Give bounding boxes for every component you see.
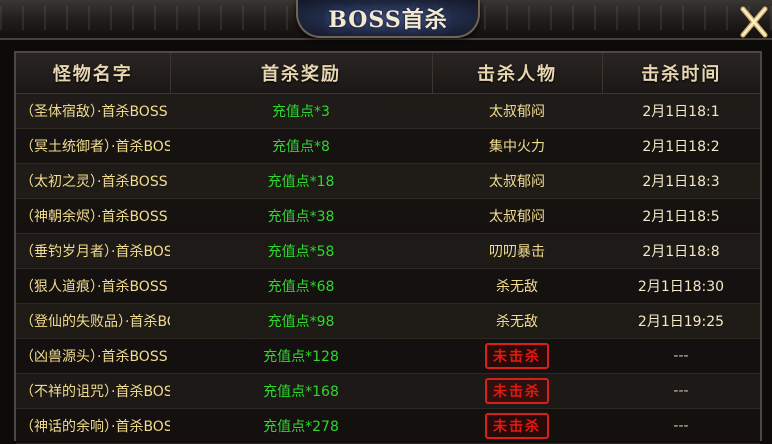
monster-name-cell: （登仙的失败品）·首杀BOSS (16, 303, 170, 339)
table-header-row: 怪物名字 首杀奖励 击杀人物 击杀时间 (16, 53, 760, 94)
close-x-icon (740, 6, 768, 38)
monster-name-cell: （凶兽源头）·首杀BOSS (16, 338, 170, 374)
killer-cell: 太叔郁闷 (432, 198, 602, 234)
monster-name-cell: （神朝余烬）·首杀BOSS (16, 198, 170, 234)
killer-cell: 未击杀 (432, 408, 602, 444)
killer-cell: 未击杀 (432, 373, 602, 409)
table-row: （冥土统御者）·首杀BOSS 充值点*8 集中火力 2月1日18:2 (16, 128, 760, 164)
table-row: （不祥的诅咒）·首杀BOSS 充值点*168 未击杀 --- (16, 373, 760, 409)
killer-cell: 太叔郁闷 (432, 163, 602, 199)
reward-cell: 充值点*18 (170, 163, 432, 199)
not-killed-stamp: 未击杀 (485, 378, 549, 404)
reward-cell: 充值点*68 (170, 268, 432, 304)
kill-time-cell: 2月1日18:8 (602, 233, 760, 269)
header-first-kill-reward: 首杀奖励 (170, 53, 433, 94)
header-killer: 击杀人物 (432, 53, 603, 94)
reward-cell: 充值点*3 (170, 93, 432, 129)
kill-time-cell: 2月1日18:3 (602, 163, 760, 199)
boss-table: 怪物名字 首杀奖励 击杀人物 击杀时间 （圣体宿敌）·首杀BOSS 充值点*3 太叔… (16, 53, 760, 444)
kill-time-cell: 2月1日18:1 (602, 93, 760, 129)
monster-name-cell: （太初之灵）·首杀BOSS (16, 163, 170, 199)
reward-cell: 充值点*58 (170, 233, 432, 269)
header-kill-time: 击杀时间 (602, 53, 760, 94)
reward-cell: 充值点*278 (170, 408, 432, 444)
close-button[interactable] (736, 0, 772, 44)
kill-time-cell: --- (602, 338, 760, 374)
killer-cell: 杀无敌 (432, 268, 602, 304)
header-monster-name: 怪物名字 (16, 53, 171, 94)
kill-time-cell: --- (602, 408, 760, 444)
table-row: （神朝余烬）·首杀BOSS 充值点*38 太叔郁闷 2月1日18:5 (16, 198, 760, 234)
not-killed-stamp: 未击杀 (485, 343, 549, 369)
kill-time-cell: 2月1日19:25 (602, 303, 760, 339)
kill-time-cell: 2月1日18:5 (602, 198, 760, 234)
monster-name-cell: （神话的余响）·首杀BOSS (16, 408, 170, 444)
not-killed-stamp: 未击杀 (485, 413, 549, 439)
reward-cell: 充值点*8 (170, 128, 432, 164)
monster-name-cell: （圣体宿敌）·首杀BOSS (16, 93, 170, 129)
table-row: （凶兽源头）·首杀BOSS 充值点*128 未击杀 --- (16, 338, 760, 374)
monster-name-cell: （狠人道痕）·首杀BOSS (16, 268, 170, 304)
reward-cell: 充值点*98 (170, 303, 432, 339)
page-title: BOSS首杀 (328, 7, 448, 33)
table-row: （太初之灵）·首杀BOSS 充值点*18 太叔郁闷 2月1日18:3 (16, 163, 760, 199)
killer-cell: 太叔郁闷 (432, 93, 602, 129)
monster-name-cell: （不祥的诅咒）·首杀BOSS (16, 373, 170, 409)
monster-name-cell: （垂钓岁月者）·首杀BOSS (16, 233, 170, 269)
monster-name-cell: （冥土统御者）·首杀BOSS (16, 128, 170, 164)
table-row: （神话的余响）·首杀BOSS 充值点*278 未击杀 --- (16, 408, 760, 444)
boss-table-panel: 怪物名字 首杀奖励 击杀人物 击杀时间 （圣体宿敌）·首杀BOSS 充值点*3 太叔… (14, 51, 762, 444)
killer-cell: 集中火力 (432, 128, 602, 164)
title-plate: BOSS首杀 (296, 0, 480, 38)
table-row: （狠人道痕）·首杀BOSS 充值点*68 杀无敌 2月1日18:30 (16, 268, 760, 304)
table-row: （圣体宿敌）·首杀BOSS 充值点*3 太叔郁闷 2月1日18:1 (16, 93, 760, 129)
kill-time-cell: 2月1日18:30 (602, 268, 760, 304)
killer-cell: 杀无敌 (432, 303, 602, 339)
killer-cell: 叨叨暴击 (432, 233, 602, 269)
killer-cell: 未击杀 (432, 338, 602, 374)
reward-cell: 充值点*38 (170, 198, 432, 234)
kill-time-cell: --- (602, 373, 760, 409)
table-row: （登仙的失败品）·首杀BOSS充值点*98杀无敌2月1日19:25 (16, 303, 760, 339)
reward-cell: 充值点*168 (170, 373, 432, 409)
kill-time-cell: 2月1日18:2 (602, 128, 760, 164)
reward-cell: 充值点*128 (170, 338, 432, 374)
table-row: （垂钓岁月者）·首杀BOSS 充值点*58 叨叨暴击 2月1日18:8 (16, 233, 760, 269)
